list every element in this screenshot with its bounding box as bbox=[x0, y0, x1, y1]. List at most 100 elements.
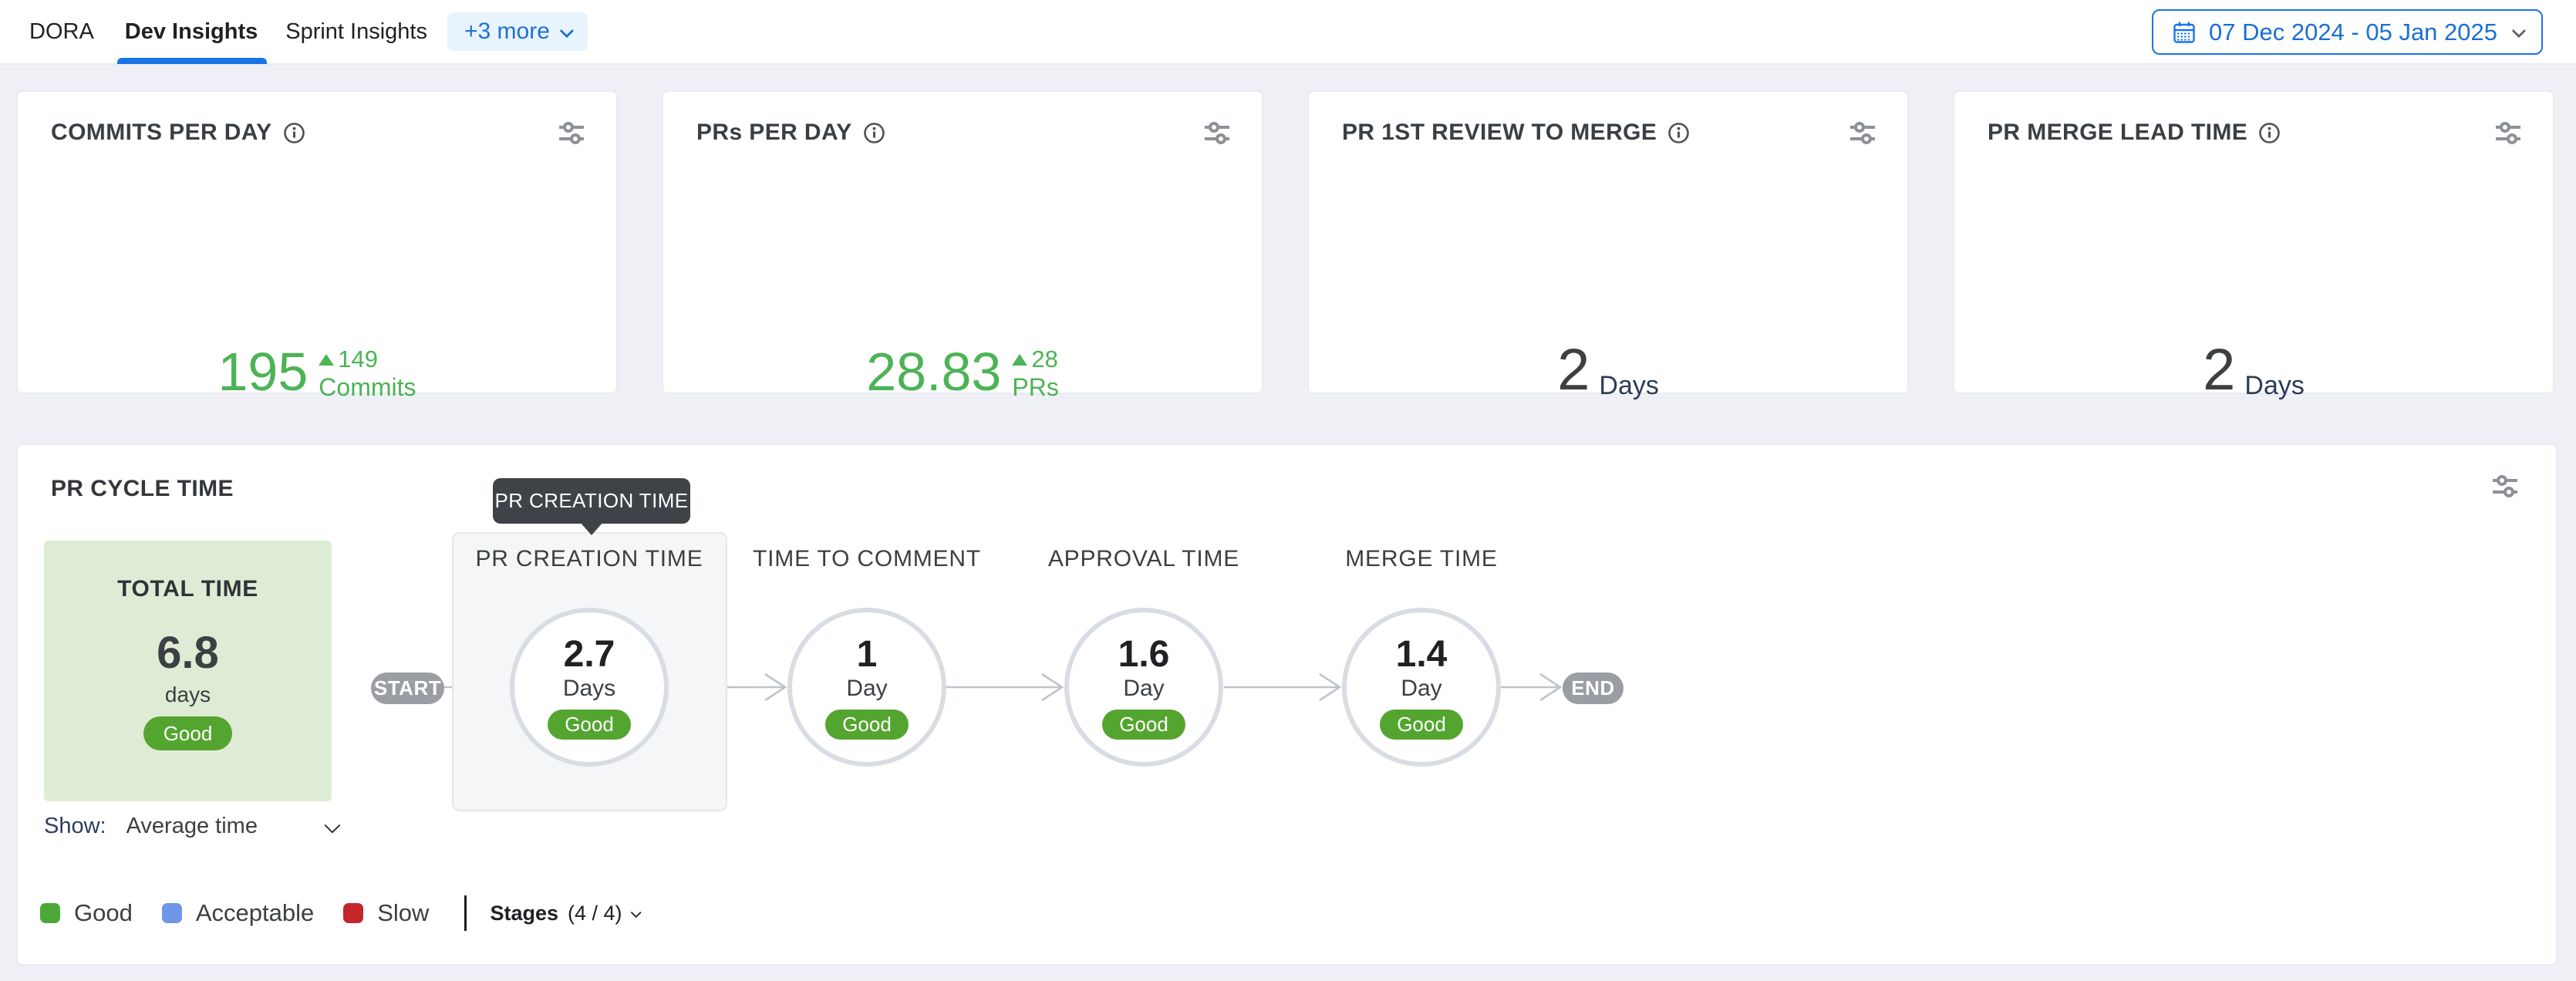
legend-label: Good bbox=[74, 899, 133, 927]
legend-swatch-acceptable bbox=[162, 903, 182, 923]
tab-sprint-insights[interactable]: Sprint Insights bbox=[285, 0, 427, 64]
legend-label: Acceptable bbox=[196, 899, 314, 927]
start-pill: START bbox=[371, 673, 444, 704]
tab-label: Sprint Insights bbox=[285, 19, 427, 45]
info-icon[interactable] bbox=[283, 122, 305, 144]
stage-unit: Day bbox=[1401, 676, 1441, 701]
metric-unit: Commits bbox=[319, 373, 416, 402]
stage-label-approval-time: APPROVAL TIME bbox=[1005, 546, 1283, 572]
stages-dropdown-label: Stages bbox=[490, 902, 558, 925]
show-row: Show: Average time bbox=[44, 814, 337, 839]
chevron-down-icon bbox=[560, 23, 574, 37]
more-tabs-button[interactable]: +3 more bbox=[447, 12, 588, 51]
stage-value: 2.7 bbox=[564, 635, 615, 674]
chevron-down-icon bbox=[630, 907, 641, 918]
tab-dora[interactable]: DORA bbox=[29, 0, 94, 64]
legend-item-acceptable: Acceptable bbox=[162, 899, 314, 927]
stage-label-merge-time: MERGE TIME bbox=[1283, 546, 1560, 572]
total-time-box: TOTAL TIME 6.8 days Good bbox=[44, 541, 332, 801]
tooltip-arrow bbox=[580, 522, 603, 535]
stage-unit: Days bbox=[563, 676, 615, 701]
stage-value: 1.6 bbox=[1118, 635, 1170, 674]
end-pill: END bbox=[1563, 673, 1623, 704]
legend-item-slow: Slow bbox=[343, 899, 429, 927]
metric-value: 195 bbox=[217, 342, 308, 402]
card-title: PR MERGE LEAD TIME bbox=[1988, 120, 2247, 146]
status-badge: Good bbox=[825, 710, 909, 740]
info-icon[interactable] bbox=[1667, 122, 1690, 144]
dashboard-page: DORA Dev Insights Sprint Insights +3 mor… bbox=[0, 0, 2576, 981]
card-title: PRs PER DAY bbox=[696, 120, 852, 146]
status-badge: Good bbox=[1102, 710, 1185, 740]
metric-value: 2 bbox=[2203, 339, 2235, 402]
metric-delta: 149 bbox=[338, 346, 378, 373]
section-title: PR CYCLE TIME bbox=[51, 476, 234, 502]
status-badge: Good bbox=[1380, 710, 1463, 740]
metric-value-block: 2 Days bbox=[1954, 335, 2553, 402]
metrics-row: COMMITS PER DAY bbox=[16, 90, 2554, 394]
date-range-button[interactable]: 07 Dec 2024 - 05 Jan 2025 bbox=[2152, 9, 2543, 55]
stage-value: 1.4 bbox=[1396, 635, 1448, 674]
metric-value-block: 195 149 Commits bbox=[18, 335, 616, 402]
card-title: COMMITS PER DAY bbox=[51, 120, 272, 146]
total-time-value: 6.8 bbox=[157, 630, 219, 676]
settings-sliders-icon[interactable] bbox=[2494, 120, 2522, 146]
metric-unit: PRs bbox=[1012, 373, 1058, 402]
show-label: Show: bbox=[44, 814, 106, 839]
stage-tooltip: PR CREATION TIME bbox=[493, 478, 690, 524]
stage-value: 1 bbox=[857, 635, 878, 674]
info-icon[interactable] bbox=[2258, 122, 2281, 144]
metric-card-pr-first-review-to-merge: PR 1ST REVIEW TO MERGE bbox=[1307, 90, 1909, 394]
chevron-down-icon bbox=[2512, 24, 2526, 38]
metric-value-block: 28.83 28 PRs bbox=[663, 335, 1262, 402]
status-badge: Good bbox=[143, 716, 233, 750]
metric-value: 2 bbox=[1557, 339, 1590, 402]
metric-unit: Days bbox=[2244, 369, 2304, 402]
card-title: PR 1ST REVIEW TO MERGE bbox=[1342, 120, 1657, 146]
stage-unit: Day bbox=[846, 676, 887, 701]
metric-delta: 28 bbox=[1031, 346, 1057, 373]
metric-card-prs-per-day: PRs PER DAY bbox=[662, 90, 1263, 394]
stage-circle-approval-time[interactable]: 1.6 Day Good bbox=[1064, 608, 1223, 767]
settings-sliders-icon[interactable] bbox=[1849, 120, 1876, 146]
card-header: PR 1ST REVIEW TO MERGE bbox=[1342, 120, 1876, 146]
metric-value: 28.83 bbox=[866, 342, 1001, 402]
legend-swatch-slow bbox=[343, 903, 363, 923]
stages-dropdown[interactable]: Stages (4 / 4) bbox=[490, 902, 639, 925]
stage-circle-pr-creation-time[interactable]: 2.7 Days Good bbox=[510, 608, 669, 767]
calendar-icon bbox=[2172, 20, 2197, 45]
show-dropdown-value: Average time bbox=[126, 814, 258, 839]
info-icon[interactable] bbox=[863, 122, 885, 144]
total-time-label: TOTAL TIME bbox=[117, 576, 258, 602]
stage-label-time-to-comment: TIME TO COMMENT bbox=[728, 546, 1006, 572]
metric-value-block: 2 Days bbox=[1309, 335, 1907, 402]
stage-label-pr-creation-time: PR CREATION TIME bbox=[450, 546, 728, 572]
legend-divider bbox=[464, 895, 467, 931]
settings-sliders-icon[interactable] bbox=[2491, 473, 2519, 499]
card-header: PR MERGE LEAD TIME bbox=[1988, 120, 2522, 146]
settings-sliders-icon[interactable] bbox=[558, 120, 585, 146]
settings-sliders-icon[interactable] bbox=[1203, 120, 1231, 146]
stages-dropdown-count: (4 / 4) bbox=[568, 902, 622, 925]
card-header: PRs PER DAY bbox=[696, 120, 1231, 146]
more-tabs-label: +3 more bbox=[464, 19, 550, 45]
chevron-down-icon bbox=[324, 817, 340, 833]
pr-cycle-time-card: PR CYCLE TIME TOTAL TIME 6.8 days Good S… bbox=[16, 443, 2557, 966]
stage-circle-merge-time[interactable]: 1.4 Day Good bbox=[1342, 608, 1501, 767]
trend-up-icon bbox=[319, 354, 334, 366]
active-tab-underline bbox=[117, 58, 267, 64]
trend-up-icon bbox=[1012, 354, 1027, 366]
legend-swatch-good bbox=[40, 903, 60, 923]
tab-dev-insights[interactable]: Dev Insights bbox=[125, 0, 258, 64]
show-dropdown[interactable]: Average time bbox=[126, 814, 337, 839]
status-badge: Good bbox=[548, 710, 631, 740]
date-range-label: 07 Dec 2024 - 05 Jan 2025 bbox=[2209, 19, 2497, 46]
total-time-unit: days bbox=[165, 683, 211, 707]
tab-label: Dev Insights bbox=[125, 19, 258, 45]
top-nav: DORA Dev Insights Sprint Insights +3 mor… bbox=[0, 0, 2576, 65]
stage-circle-time-to-comment[interactable]: 1 Day Good bbox=[787, 608, 946, 767]
metric-card-commits-per-day: COMMITS PER DAY bbox=[16, 90, 618, 394]
legend-label: Slow bbox=[377, 899, 429, 927]
stage-unit: Day bbox=[1123, 676, 1164, 701]
tab-label: DORA bbox=[29, 19, 94, 45]
